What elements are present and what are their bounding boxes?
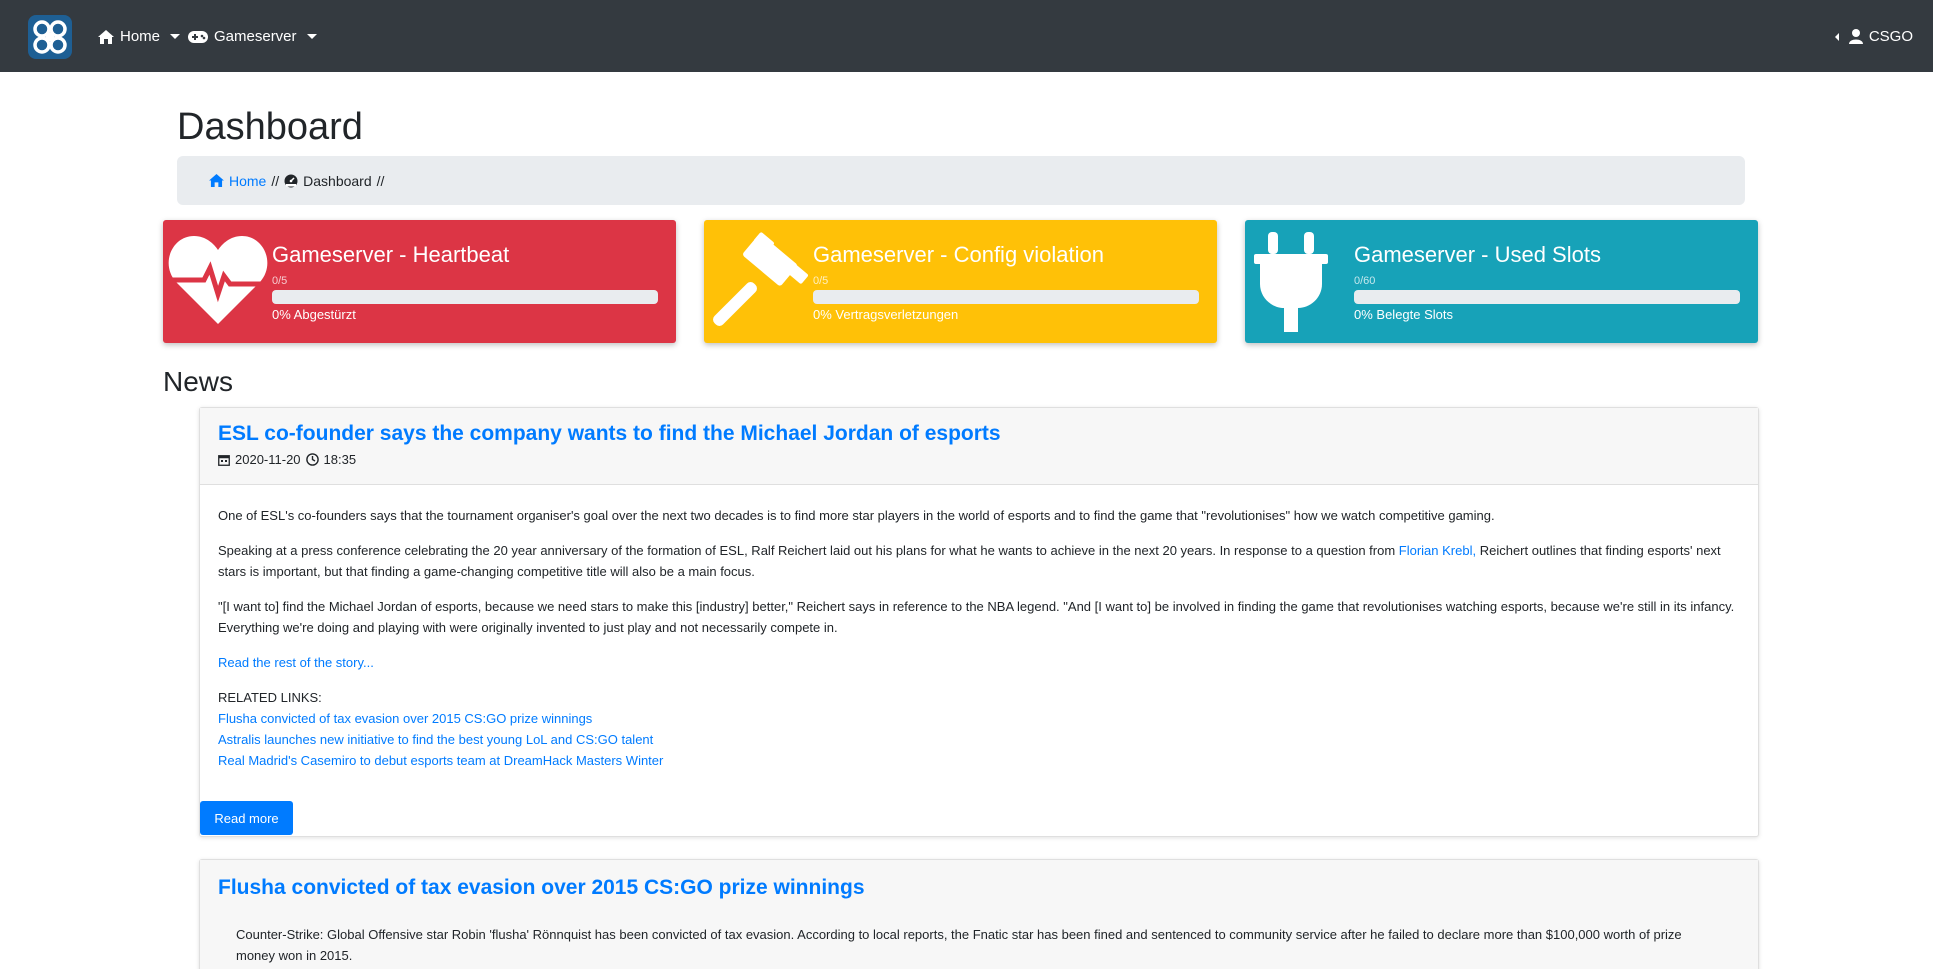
stat-card-config-violation: Gameserver - Config violation 0/5 0% Ver… [704,220,1217,343]
stat-card-heartbeat: Gameserver - Heartbeat 0/5 0% Abgestürzt [163,220,676,343]
news-paragraph: Speaking at a press conference celebrati… [218,540,1740,582]
breadcrumb-separator: // [376,172,385,189]
news-article-meta: 2020-11-20 18:35 [218,452,1740,467]
news-paragraph: "[I want to] find the Michael Jordan of … [218,599,1735,635]
nav-home-dropdown[interactable]: Home [98,28,181,45]
nav-gameserver-dropdown[interactable]: Gameserver [188,28,317,45]
stat-card-used-slots: Gameserver - Used Slots 0/60 0% Belegte … [1245,220,1758,343]
news-article-time: 18:35 [323,452,357,467]
stat-count: 0/60 [1354,275,1376,287]
breadcrumb: Home // Dashboard // [177,156,1745,205]
news-article-title-link[interactable]: Flusha convicted of tax evasion over 201… [218,876,1740,900]
chevron-down-icon [170,34,181,39]
breadcrumb-home-link[interactable]: Home [209,173,266,189]
chevron-left-icon [1834,32,1839,41]
news-read-rest-paragraph: Read the rest of the story... [218,652,1740,673]
home-icon [209,174,224,187]
news-article-header: Flusha convicted of tax evasion over 201… [200,860,1758,900]
breadcrumb-separator: // [271,172,280,189]
news-article-date: 2020-11-20 [235,452,301,467]
stat-title: Gameserver - Config violation [813,242,1105,267]
breadcrumb-current-label: Dashboard [303,172,372,189]
user-name: CSGO [1868,28,1913,45]
news-article: Flusha convicted of tax evasion over 201… [199,859,1759,969]
user-icon [1848,29,1863,44]
progress-bar [813,290,1199,304]
stat-title: Gameserver - Heartbeat [272,242,510,267]
news-heading: News [163,366,234,397]
stat-count: 0/5 [272,275,288,287]
home-icon [98,29,114,44]
gavel-icon [713,232,808,326]
news-inline-link[interactable]: Florian Krebl, [1399,543,1476,558]
news-article-body: One of ESL's co-founders says that the t… [200,485,1758,771]
related-links-heading: RELATED LINKS: [218,690,322,705]
related-link[interactable]: Real Madrid's Casemiro to debut esports … [218,750,1740,771]
progress-bar [1354,290,1740,304]
news-article-body: Counter-Strike: Global Offensive star Ro… [200,900,1758,966]
nav-home-label: Home [120,28,161,45]
page-title: Dashboard [177,106,363,148]
news-paragraph: One of ESL's co-founders says that the t… [218,508,1495,523]
clock-icon [305,453,319,466]
related-link[interactable]: Astralis launches new initiative to find… [218,729,1740,750]
breadcrumb-home-label: Home [229,172,267,189]
chevron-down-icon [306,34,317,39]
calendar-icon [218,454,230,466]
related-link[interactable]: Flusha convicted of tax evasion over 201… [218,708,1740,729]
heartbeat-icon [168,236,268,324]
stat-description: 0% Vertragsverletzungen [813,307,959,322]
stat-description: 0% Abgestürzt [272,307,356,322]
plug-icon [1254,232,1328,332]
stat-title: Gameserver - Used Slots [1354,242,1601,267]
breadcrumb-current: Dashboard [284,173,372,189]
stat-count: 0/5 [813,275,829,287]
gamepad-icon [188,30,208,43]
news-paragraph: Counter-Strike: Global Offensive star Ro… [236,927,1682,963]
news-article: ESL co-founder says the company wants to… [199,407,1759,837]
progress-bar [272,290,658,304]
dashboard-gauge-icon [284,174,298,187]
top-navbar: Home Gameserver CSGO [0,0,1933,72]
news-article-title-link[interactable]: ESL co-founder says the company wants to… [218,422,1740,446]
user-menu[interactable]: CSGO [1834,28,1913,45]
nav-gameserver-label: Gameserver [214,28,297,45]
stat-description: 0% Belegte Slots [1354,307,1454,322]
app-logo-icon[interactable] [28,15,72,59]
read-rest-link[interactable]: Read the rest of the story... [218,655,374,670]
news-paragraph-text: Speaking at a press conference celebrati… [218,543,1399,558]
read-more-button[interactable]: Read more [200,801,293,835]
news-article-header: ESL co-founder says the company wants to… [200,408,1758,485]
related-links: RELATED LINKS: Flusha convicted of tax e… [218,687,1740,771]
